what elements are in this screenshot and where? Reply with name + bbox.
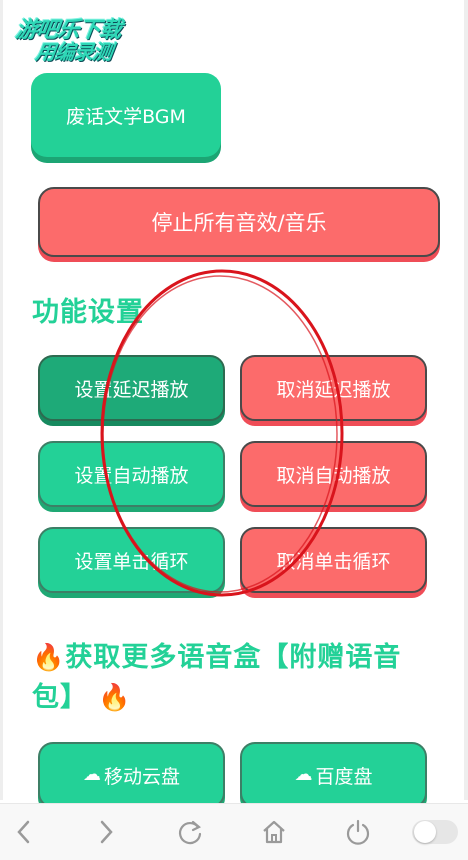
set-auto-play-button[interactable]: 设置自动播放 [38,441,225,507]
cloud-icon: ☁ [294,763,313,785]
cancel-delay-play-button[interactable]: 取消延迟播放 [240,355,427,421]
set-loop-label: 设置单击循环 [74,550,189,573]
toggle-switch[interactable] [412,820,458,844]
power-icon[interactable] [338,812,378,852]
mobile-cloud-button[interactable]: ☁ 移动云盘 [38,742,225,808]
cloud-icon: ☁ [82,763,101,785]
refresh-icon[interactable] [170,812,210,852]
bgm-button-label: 废话文学BGM [66,105,186,128]
settings-section-title: 功能设置 [32,297,144,328]
bgm-button[interactable]: 废话文学BGM [31,73,221,157]
cancel-loop-label: 取消单击循环 [276,550,391,573]
set-auto-label: 设置自动播放 [74,464,189,487]
stop-all-label: 停止所有音效/音乐 [151,211,327,235]
fire-icon: 🔥 [98,682,132,713]
set-click-loop-button[interactable]: 设置单击循环 [38,527,225,593]
browser-bottom-bar [0,803,468,860]
baidu-label: 百度盘 [315,765,373,788]
cancel-click-loop-button[interactable]: 取消单击循环 [240,527,427,593]
back-icon[interactable] [4,812,44,852]
home-icon[interactable] [254,812,294,852]
set-delay-label: 设置延迟播放 [74,378,189,401]
cancel-auto-play-button[interactable]: 取消自动播放 [240,441,427,507]
baidu-pan-button[interactable]: ☁ 百度盘 [240,742,427,808]
toggle-knob [414,821,436,843]
fire-icon: 🔥 [32,643,66,673]
watermark-logo: 游吧乐下载 用编录测 [6,10,156,64]
right-frame-edge [464,0,468,800]
cancel-auto-label: 取消自动播放 [276,464,391,487]
cancel-delay-label: 取消延迟播放 [276,378,391,401]
stop-all-sounds-button[interactable]: 停止所有音效/音乐 [38,187,440,257]
forward-icon[interactable] [86,812,126,852]
get-more-section-title: 🔥获取更多语音盒【附赠语音 包】 🔥 [32,642,402,713]
set-delay-play-button[interactable]: 设置延迟播放 [38,355,225,421]
logo-line-2: 用编录测 [34,40,114,64]
left-frame-edge [0,0,3,800]
mobile-cloud-label: 移动云盘 [103,765,180,788]
